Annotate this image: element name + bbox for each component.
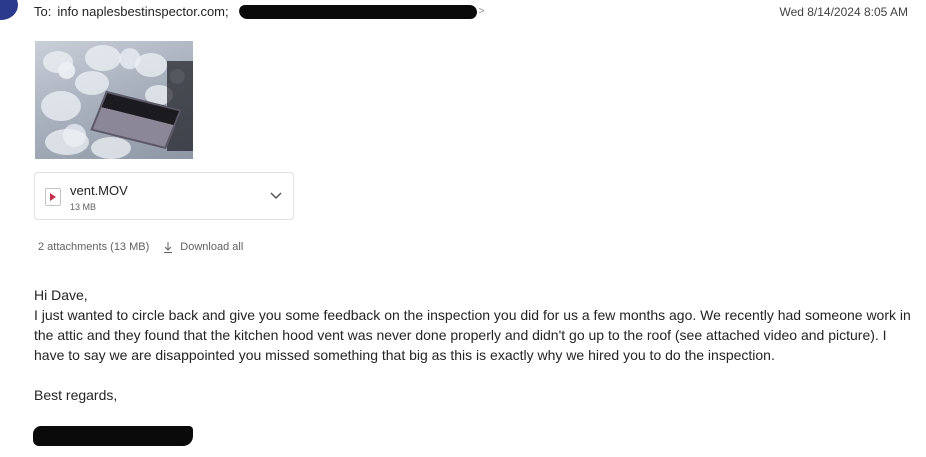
message-body: Hi Dave, I just wanted to circle back an… [34,285,914,405]
attachment-card-vent-mov[interactable]: vent.MOV 13 MB [34,172,294,220]
download-all-button[interactable]: Download all [163,241,243,253]
to-label: To: [34,4,52,19]
sign-off: Best regards, [34,387,118,403]
recipient-address[interactable]: info naplesbestinspector.com; [57,4,228,19]
sender-avatar[interactable] [0,0,18,20]
download-all-label: Download all [180,241,244,253]
attached-image-thumbnail[interactable] [35,41,193,159]
attachments-summary: 2 attachments (13 MB) Download all [38,241,243,253]
video-file-icon [45,188,61,206]
attachment-file-size: 13 MB [70,202,97,212]
attachment-file-name: vent.MOV [70,183,128,198]
attachments-count-label: 2 attachments (13 MB) [38,241,150,253]
download-icon [164,241,173,253]
redacted-recipient [238,4,478,19]
email-reading-pane: To: info naplesbestinspector.com; > Wed … [0,0,926,457]
recipients-line: To: info naplesbestinspector.com; > [34,4,484,19]
sent-timestamp: Wed 8/14/2024 8:05 AM [779,5,908,19]
message-paragraph: I just wanted to circle back and give yo… [34,307,911,363]
recipient-expand-icon[interactable]: > [479,6,485,17]
chevron-down-icon[interactable] [268,187,284,203]
greeting: Hi Dave, [34,287,88,303]
redacted-signature [33,426,193,446]
